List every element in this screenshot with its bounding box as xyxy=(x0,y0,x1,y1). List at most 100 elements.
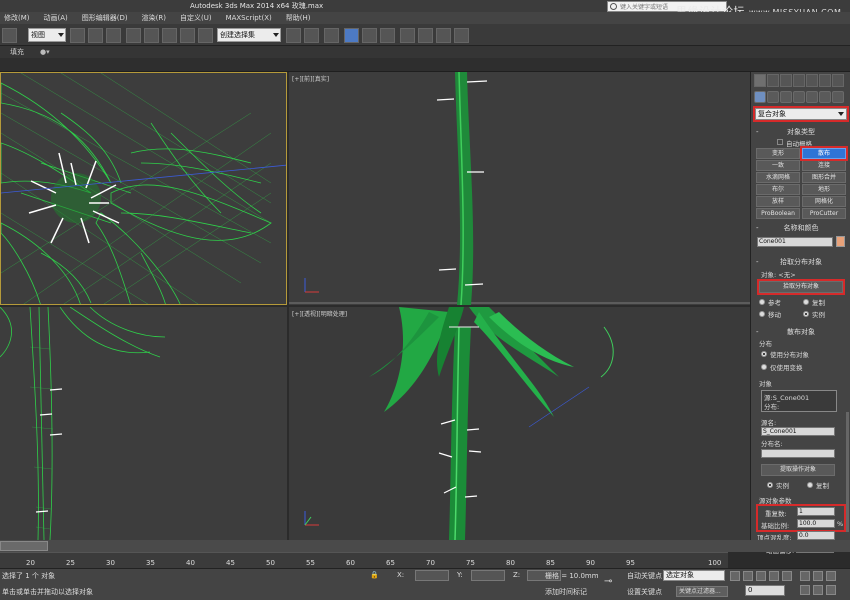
goto-end-icon[interactable] xyxy=(782,571,792,581)
rollout-name-color[interactable]: - 名称和颜色 xyxy=(754,223,848,233)
field-of-view-icon[interactable] xyxy=(800,585,810,595)
btn-connect[interactable]: 连接 xyxy=(802,160,846,171)
zoom-all-icon[interactable] xyxy=(813,571,823,581)
btn-mesher[interactable]: 网格化 xyxy=(802,196,846,207)
menu-modify[interactable]: 修改(M) xyxy=(4,13,30,23)
spinner-snap-icon[interactable] xyxy=(180,28,195,43)
duplicates-spinner[interactable]: 1 xyxy=(797,507,835,516)
radio-extract-copy[interactable] xyxy=(807,482,813,488)
list-item[interactable]: 分布: xyxy=(764,401,779,411)
prev-frame-icon[interactable] xyxy=(743,571,753,581)
menu-animation[interactable]: 动画(A) xyxy=(44,13,68,23)
motion-tab-icon[interactable] xyxy=(793,74,805,87)
menu-maxscript[interactable]: MAXScript(X) xyxy=(226,14,272,22)
schematic-view-icon[interactable] xyxy=(380,28,395,43)
key-icon[interactable]: ⊸ xyxy=(604,576,612,587)
extract-operand-button[interactable]: 提取操作对象 xyxy=(761,464,835,476)
selected-objects-dropdown[interactable]: 选定对象 xyxy=(663,570,725,581)
zoom-extents-icon[interactable] xyxy=(826,571,836,581)
pivot-icon[interactable] xyxy=(70,28,85,43)
btn-loft[interactable]: 放样 xyxy=(756,196,800,207)
angle-snap-icon[interactable] xyxy=(144,28,159,43)
menu-rendering[interactable]: 渲染(R) xyxy=(142,13,166,23)
orbit-icon[interactable] xyxy=(826,585,836,595)
radio-move[interactable] xyxy=(759,311,765,317)
btn-shapemerge[interactable]: 图形合并 xyxy=(802,172,846,183)
render-setup-icon[interactable] xyxy=(418,28,433,43)
viewport-left[interactable] xyxy=(0,307,287,540)
menu-customize[interactable]: 自定义(U) xyxy=(180,13,212,23)
set-key-button[interactable]: 设置关键点 xyxy=(627,587,662,597)
zoom-icon[interactable] xyxy=(800,571,810,581)
percent-snap-icon[interactable] xyxy=(162,28,177,43)
y-coord-field[interactable] xyxy=(471,570,505,581)
pan-icon[interactable] xyxy=(813,585,823,595)
next-frame-icon[interactable] xyxy=(769,571,779,581)
autogrid-checkbox[interactable] xyxy=(777,139,783,145)
modify-tab-icon[interactable] xyxy=(767,74,779,87)
layer-icon[interactable] xyxy=(324,28,339,43)
time-slider-track[interactable] xyxy=(0,540,850,552)
mirror-icon[interactable] xyxy=(106,28,121,43)
viewport-perspective[interactable]: [+][透视][明暗处理] xyxy=(289,307,750,540)
edit-named-selection-icon[interactable] xyxy=(198,28,213,43)
utilities-tab-icon[interactable] xyxy=(819,74,831,87)
viewport-perspective-label[interactable]: [+][透视][明暗处理] xyxy=(292,309,347,318)
menu-graph-editors[interactable]: 图形编辑器(D) xyxy=(82,13,128,23)
graphite-icon[interactable] xyxy=(344,28,359,43)
time-slider-handle[interactable] xyxy=(0,541,48,551)
align-icon[interactable] xyxy=(304,28,319,43)
reference-coord-select[interactable]: 视图 xyxy=(28,28,66,42)
undo-icon[interactable] xyxy=(2,28,17,43)
radio-transforms-only[interactable] xyxy=(761,364,767,370)
viewport-front-label[interactable]: [+][前][真实] xyxy=(292,74,329,83)
source-name-field[interactable]: S_Cone001 xyxy=(761,427,835,436)
btn-conform[interactable]: 一致 xyxy=(756,160,800,171)
operand-list[interactable]: 源:S_Cone001 分布: xyxy=(761,390,837,412)
object-name-field[interactable]: Cone001 xyxy=(757,237,833,247)
radio-reference[interactable] xyxy=(759,299,765,305)
move-icon[interactable] xyxy=(88,28,103,43)
ribbon-toggle-icon[interactable]: ●▾ xyxy=(40,48,50,56)
object-color-swatch[interactable] xyxy=(836,236,845,247)
radio-instance[interactable] xyxy=(803,311,809,317)
btn-blobmesh[interactable]: 水滴网格 xyxy=(756,172,800,183)
lock-icon[interactable]: 🔒 xyxy=(370,571,379,579)
geometry-type-dropdown[interactable]: 复合对象 xyxy=(755,108,847,120)
btn-morph[interactable]: 变形 xyxy=(756,148,800,159)
menu-help[interactable]: 帮助(H) xyxy=(286,13,311,23)
radio-use-distribution[interactable] xyxy=(761,351,767,357)
snap-3-icon[interactable] xyxy=(126,28,141,43)
display-tab-icon[interactable] xyxy=(806,74,818,87)
viewport-top[interactable] xyxy=(0,72,287,305)
ribbon-tab-populate[interactable]: 填充 xyxy=(10,47,24,57)
key-filters-button[interactable]: 关键点过滤器... xyxy=(676,586,728,597)
create-tab-icon[interactable] xyxy=(754,74,766,87)
rollout-scatter-objects[interactable]: - 散布对象 xyxy=(754,327,848,337)
curve-editor-icon[interactable] xyxy=(362,28,377,43)
btn-scatter[interactable]: 散布 xyxy=(802,148,846,159)
named-selection-set-select[interactable]: 创建选择集 xyxy=(217,28,281,42)
btn-terrain[interactable]: 地形 xyxy=(802,184,846,195)
rollout-pick-distribution[interactable]: - 拾取分布对象 xyxy=(754,257,848,267)
btn-boolean[interactable]: 布尔 xyxy=(756,184,800,195)
shapes-icon[interactable] xyxy=(767,91,779,103)
current-frame-field[interactable]: 0 xyxy=(745,585,785,596)
viewport-front[interactable]: [+][前][真实] xyxy=(289,72,750,305)
btn-procutter[interactable]: ProCutter xyxy=(802,208,846,219)
extra-tab-icon[interactable] xyxy=(832,74,844,87)
cameras-icon[interactable] xyxy=(793,91,805,103)
mirror-tool-icon[interactable] xyxy=(286,28,301,43)
pick-distribution-button[interactable]: 拾取分布对象 xyxy=(759,281,843,293)
track-bar[interactable]: 20 25 30 35 40 45 50 55 60 65 70 75 80 8… xyxy=(0,552,728,568)
hierarchy-tab-icon[interactable] xyxy=(780,74,792,87)
helpers-icon[interactable] xyxy=(806,91,818,103)
lights-icon[interactable] xyxy=(780,91,792,103)
base-scale-spinner[interactable]: 100.0 xyxy=(797,519,835,528)
x-coord-field[interactable] xyxy=(415,570,449,581)
radio-copy[interactable] xyxy=(803,299,809,305)
btn-proboolean[interactable]: ProBoolean xyxy=(756,208,800,219)
rendered-frame-icon[interactable] xyxy=(436,28,451,43)
radio-extract-instance[interactable] xyxy=(767,482,773,488)
material-editor-icon[interactable] xyxy=(400,28,415,43)
